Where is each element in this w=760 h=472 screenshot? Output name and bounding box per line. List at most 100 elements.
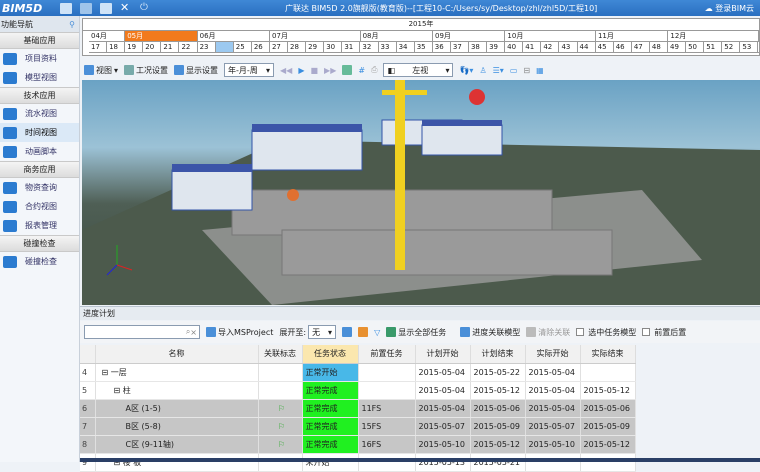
color-icon[interactable] — [358, 327, 369, 337]
footprint-icon[interactable]: 👣▾ — [459, 66, 473, 75]
timeline-week[interactable]: 48 — [650, 42, 668, 52]
column-header[interactable]: 计划结束 — [470, 345, 526, 364]
table-row[interactable]: 6 A区 (1-5) ⚐ 正常完成 11FS 2015-05-04 2015-0… — [80, 399, 636, 418]
timeline-week[interactable]: 28 — [288, 42, 307, 52]
sidebar-item[interactable]: 模型视图 — [0, 68, 79, 87]
column-header[interactable]: 实际结束 — [580, 345, 636, 364]
column-header[interactable]: 关联标志 — [258, 345, 303, 364]
timeline-week[interactable]: 20 — [143, 42, 162, 52]
timeline-week[interactable]: 51 — [704, 42, 723, 52]
timeline-week[interactable]: 30 — [324, 42, 343, 52]
timeline-week[interactable]: 44 — [578, 42, 596, 52]
table-row[interactable]: 8 C区 (9-11轴) ⚐ 正常完成 16FS 2015-05-10 2015… — [80, 435, 636, 454]
power-icon[interactable]: ⏻ — [140, 2, 152, 14]
new-file-icon[interactable] — [60, 2, 72, 14]
time-scale-select[interactable]: 年-月-周 ▾ — [224, 63, 275, 77]
rewind-icon[interactable]: ◀◀ — [280, 66, 292, 75]
filter-icon[interactable]: ▽ — [374, 328, 380, 337]
import-msproject-button[interactable]: 导入MSProject — [206, 327, 273, 338]
timeline-month[interactable]: 10月 — [505, 31, 596, 41]
camera-select[interactable]: ◧ 左视 ▾ — [383, 63, 454, 77]
sidebar-item[interactable]: 时间视图 — [0, 123, 79, 142]
timeline-week[interactable]: 19 — [125, 42, 144, 52]
open-folder-icon[interactable] — [80, 2, 92, 14]
safety-marker-icon[interactable] — [469, 89, 485, 105]
sidebar-item[interactable]: 流水视图 — [0, 104, 79, 123]
sidebar-item[interactable]: 碰撞检查 — [0, 252, 79, 271]
timeline-week[interactable]: 31 — [342, 42, 361, 52]
column-header[interactable]: 计划开始 — [415, 345, 471, 364]
timeline-week[interactable]: 23 — [198, 42, 216, 52]
checkbox[interactable] — [642, 328, 651, 336]
sidebar-item[interactable]: 物资查询 — [0, 178, 79, 197]
tools-icon[interactable]: ✕ — [120, 2, 132, 14]
timeline-week[interactable]: 41 — [523, 42, 542, 52]
pin-icon[interactable]: ⚲ — [69, 20, 75, 29]
checkbox[interactable] — [576, 328, 585, 336]
column-header[interactable]: 任务状态 — [302, 345, 359, 364]
export-icon[interactable] — [342, 65, 353, 75]
sidebar-item[interactable]: 项目资料 — [0, 49, 79, 68]
layers-icon[interactable]: ☰▾ — [493, 66, 504, 75]
task-name[interactable]: ⊟ 一层 — [95, 363, 259, 382]
fast-forward-icon[interactable]: ▶▶ — [324, 66, 336, 75]
table-row[interactable]: 9 ⊟ 楼 板 未开始 2015-05-13 2015-05-21 — [80, 453, 636, 472]
screen-icon[interactable]: ▭ — [510, 66, 518, 75]
table-row[interactable]: 4 ⊟ 一层 正常开始 2015-05-04 2015-05-22 2015-0… — [80, 363, 636, 382]
task-name[interactable]: C区 (9-11轴) — [95, 435, 259, 454]
gantt-icon[interactable] — [342, 327, 353, 337]
timeline-week[interactable]: 29 — [306, 42, 325, 52]
timeline-week[interactable]: 21 — [161, 42, 180, 52]
timeline-month[interactable]: 11月 — [596, 31, 669, 41]
person-icon[interactable]: ♙ — [479, 66, 486, 75]
timeline-month[interactable]: 04月 — [89, 31, 126, 41]
timeline-week[interactable]: 34 — [397, 42, 415, 52]
timeline[interactable]: 2015年 04月 05月 06月 07月 08月 09月 10月 11月 12月 17 18 19… — [82, 18, 760, 56]
expand-to-select[interactable]: 无 ▾ — [308, 325, 337, 339]
task-name[interactable]: ⊟ 柱 — [95, 381, 259, 400]
column-header[interactable]: 名称 — [95, 345, 259, 364]
print-icon[interactable]: ⎙ — [371, 65, 377, 75]
column-header[interactable]: 实际开始 — [525, 345, 581, 364]
timeline-week[interactable]: 40 — [505, 42, 524, 52]
timeline-week[interactable]: 42 — [541, 42, 560, 52]
task-search-input[interactable]: ⌕ × — [84, 325, 200, 339]
timeline-week[interactable]: 22 — [179, 42, 198, 52]
predecessor-checkbox[interactable]: 前置后置 — [642, 327, 686, 338]
grid-icon[interactable]: # — [358, 66, 365, 75]
timeline-week[interactable]: 25 — [234, 42, 252, 52]
table-row[interactable]: 5 ⊟ 柱 正常完成 2015-05-04 2015-05-12 2015-05… — [80, 381, 636, 400]
clear-link-button[interactable]: 清除关联 — [526, 327, 570, 338]
timeline-month[interactable]: 07月 — [270, 31, 361, 41]
timeline-week[interactable]: 18 — [107, 42, 126, 52]
marker-icon[interactable] — [287, 189, 299, 201]
sidebar-item[interactable]: 合约视图 — [0, 197, 79, 216]
construction-model-scene[interactable] — [82, 80, 760, 305]
timeline-week[interactable]: 36 — [433, 42, 451, 52]
timeline-week[interactable]: 39 — [487, 42, 506, 52]
app-logo[interactable]: BIM5D — [0, 2, 60, 15]
clear-icon[interactable]: × — [190, 328, 197, 337]
timeline-week[interactable]: 24 — [215, 42, 234, 52]
timeline-week[interactable]: 46 — [614, 42, 632, 52]
timeline-week[interactable]: 52 — [722, 42, 741, 52]
table-row[interactable]: 7 B区 (5-8) ⚐ 正常完成 15FS 2015-05-07 2015-0… — [80, 417, 636, 436]
timeline-week[interactable]: 43 — [559, 42, 578, 52]
sidebar-item[interactable]: 报表管理 — [0, 216, 79, 235]
timeline-month[interactable]: 08月 — [361, 31, 433, 41]
work-settings-button[interactable]: 工况设置 — [124, 65, 168, 76]
timeline-week[interactable]: 33 — [379, 42, 397, 52]
timeline-month[interactable]: 09月 — [433, 31, 506, 41]
view-button[interactable]: 视图 ▾ — [84, 65, 118, 76]
timeline-week[interactable]: 37 — [451, 42, 469, 52]
display-settings-button[interactable]: 显示设置 — [174, 65, 218, 76]
sidebar-section-header[interactable]: 商务应用 — [0, 161, 79, 178]
show-all-tasks-button[interactable]: 显示全部任务 — [386, 327, 446, 338]
timeline-week[interactable]: 53 — [740, 42, 759, 52]
stop-icon[interactable]: ■ — [310, 66, 318, 75]
timeline-week[interactable]: 50 — [686, 42, 705, 52]
timeline-week[interactable]: 35 — [415, 42, 433, 52]
play-icon[interactable]: ▶ — [298, 66, 304, 75]
timeline-week[interactable]: 32 — [360, 42, 379, 52]
monitor-icon[interactable]: ⊟ — [523, 66, 530, 75]
